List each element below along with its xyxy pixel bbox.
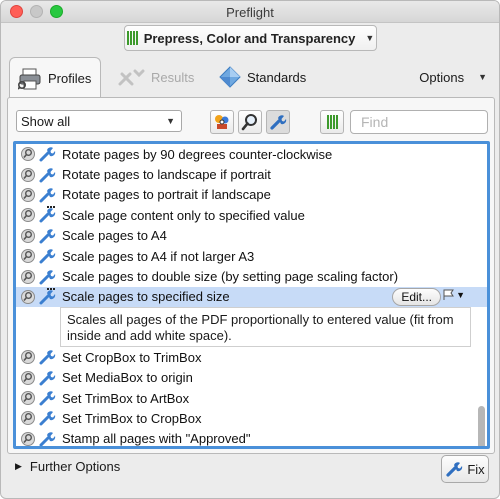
chevron-down-icon: ▼ bbox=[166, 116, 175, 126]
list-item-label: Set TrimBox to CropBox bbox=[62, 410, 202, 426]
preflight-bars-icon bbox=[326, 115, 338, 129]
list-item-label: Set CropBox to TrimBox bbox=[62, 349, 202, 365]
wrench-icon bbox=[38, 348, 58, 366]
list-scrollbar[interactable] bbox=[478, 406, 485, 446]
preflight-window: Preflight Prepress, Color and Transparen… bbox=[0, 0, 500, 499]
fixup-filter-button[interactable] bbox=[266, 110, 290, 134]
check-magnifier-icon bbox=[20, 370, 36, 386]
preflight-view-button[interactable] bbox=[320, 110, 344, 134]
list-item-label: Scale pages to double size (by setting p… bbox=[62, 269, 399, 285]
wrench-icon bbox=[38, 389, 58, 407]
wrench-icon bbox=[38, 287, 58, 306]
wrench-icon bbox=[38, 409, 58, 427]
flag-icon bbox=[443, 289, 455, 300]
find-placeholder: Find bbox=[361, 114, 389, 130]
find-input[interactable]: Find bbox=[350, 110, 488, 134]
magnifier-icon bbox=[241, 113, 259, 131]
wrench-icon bbox=[38, 268, 58, 286]
wrench-icon bbox=[38, 206, 58, 224]
check-magnifier-icon bbox=[20, 187, 36, 203]
list-item-label: Scale pages to A4 if not larger A3 bbox=[62, 248, 255, 264]
chevron-down-icon: ▼ bbox=[365, 33, 375, 43]
check-magnifier-icon bbox=[20, 228, 36, 244]
profile-colorful-icon bbox=[213, 113, 231, 131]
wrench-icon bbox=[38, 227, 58, 245]
list-item[interactable]: Scale pages to A4 bbox=[16, 226, 487, 246]
profiles-panel: Show all ▼ Find Rotate pages by 90 degre… bbox=[7, 97, 495, 454]
check-magnifier-icon bbox=[20, 207, 36, 223]
check-magnifier-icon bbox=[20, 390, 36, 406]
further-options-label: Further Options bbox=[29, 459, 121, 474]
list-item[interactable]: Rotate pages by 90 degrees counter-clock… bbox=[16, 144, 487, 164]
list-item[interactable]: Rotate pages to portrait if landscape bbox=[16, 185, 487, 205]
chevron-down-icon: ▼ bbox=[456, 289, 465, 300]
check-magnifier-icon bbox=[20, 269, 36, 285]
list-item-label: Rotate pages to portrait if landscape bbox=[62, 187, 271, 203]
list-item-label: Scale pages to A4 bbox=[62, 228, 167, 244]
list-item[interactable]: Set TrimBox to ArtBox bbox=[16, 388, 487, 408]
further-options-disclosure[interactable]: ▶ Further Options bbox=[15, 459, 120, 474]
fix-button[interactable]: Fix bbox=[441, 455, 489, 483]
wrench-icon bbox=[269, 113, 287, 131]
results-wrench-icon bbox=[117, 67, 145, 87]
profile-library-select[interactable]: Prepress, Color and Transparency ▼ bbox=[124, 25, 377, 51]
wrench-icon bbox=[38, 166, 58, 184]
tab-results[interactable]: Results bbox=[117, 57, 194, 97]
list-item-label: Stamp all pages with "Approved" bbox=[62, 431, 251, 447]
list-item-label: Rotate pages by 90 degrees counter-clock… bbox=[62, 146, 333, 162]
show-filter-value: Show all bbox=[21, 113, 71, 129]
check-magnifier-icon bbox=[20, 431, 36, 446]
tab-standards[interactable]: Standards bbox=[219, 57, 306, 97]
show-filter-select[interactable]: Show all ▼ bbox=[16, 110, 182, 132]
wrench-icon bbox=[38, 145, 58, 163]
wrench-icon bbox=[38, 186, 58, 204]
profile-filter-button[interactable] bbox=[210, 110, 234, 134]
wrench-icon bbox=[38, 430, 58, 446]
disclosure-triangle-icon: ▶ bbox=[15, 461, 22, 471]
check-filter-button[interactable] bbox=[238, 110, 262, 134]
tab-profiles[interactable]: Profiles bbox=[9, 57, 101, 99]
wrench-icon bbox=[38, 247, 58, 265]
tab-standards-label: Standards bbox=[247, 69, 307, 85]
fixup-list: Rotate pages by 90 degrees counter-clock… bbox=[13, 141, 490, 449]
window-title: Preflight bbox=[226, 5, 274, 20]
list-item[interactable]: Set CropBox to TrimBox bbox=[16, 347, 487, 367]
title-bar: Preflight bbox=[1, 1, 499, 23]
list-item[interactable]: Scale pages to A4 if not larger A3 bbox=[16, 246, 487, 266]
wrench-icon bbox=[38, 369, 58, 387]
check-magnifier-icon bbox=[20, 410, 36, 426]
list-item[interactable]: Scale pages to double size (by setting p… bbox=[16, 266, 487, 286]
list-item[interactable]: Set MediaBox to origin bbox=[16, 368, 487, 388]
fixup-description: Scales all pages of the PDF proportional… bbox=[60, 307, 471, 348]
options-menu[interactable]: Options ▼ bbox=[419, 57, 487, 97]
list-item[interactable]: Rotate pages to landscape if portrait bbox=[16, 164, 487, 184]
preflight-bars-icon bbox=[126, 31, 138, 45]
profile-library-value: Prepress, Color and Transparency bbox=[143, 30, 356, 46]
wrench-icon bbox=[445, 460, 463, 478]
list-item-label: Scale page content only to specified val… bbox=[62, 207, 305, 223]
list-item-label: Set TrimBox to ArtBox bbox=[62, 390, 190, 406]
tab-bar: Profiles Results Standards Options ▼ bbox=[1, 57, 499, 99]
tab-profiles-label: Profiles bbox=[48, 71, 92, 86]
check-magnifier-icon bbox=[20, 349, 36, 365]
check-magnifier-icon bbox=[20, 248, 36, 264]
list-item-label: Rotate pages to landscape if portrait bbox=[62, 167, 271, 183]
list-item-label: Set MediaBox to origin bbox=[62, 370, 193, 386]
flag-menu-button[interactable]: ▼ bbox=[443, 289, 465, 301]
tab-results-label: Results bbox=[151, 69, 195, 85]
fix-button-label: Fix bbox=[467, 461, 485, 477]
check-magnifier-icon bbox=[20, 167, 36, 183]
printer-icon bbox=[18, 68, 42, 90]
options-menu-label: Options bbox=[419, 69, 465, 85]
list-item[interactable]: Set TrimBox to CropBox bbox=[16, 408, 487, 428]
list-item[interactable]: Scale page content only to specified val… bbox=[16, 205, 487, 225]
edit-button[interactable]: Edit... bbox=[392, 287, 441, 306]
check-magnifier-icon bbox=[20, 289, 36, 305]
list-item[interactable]: Stamp all pages with "Approved" bbox=[16, 429, 487, 447]
list-item-selected[interactable]: Scale pages to specified size Edit... ▼ bbox=[16, 286, 487, 308]
check-magnifier-icon bbox=[20, 146, 36, 162]
standards-diamond-icon bbox=[219, 66, 241, 88]
chevron-down-icon: ▼ bbox=[478, 72, 487, 82]
